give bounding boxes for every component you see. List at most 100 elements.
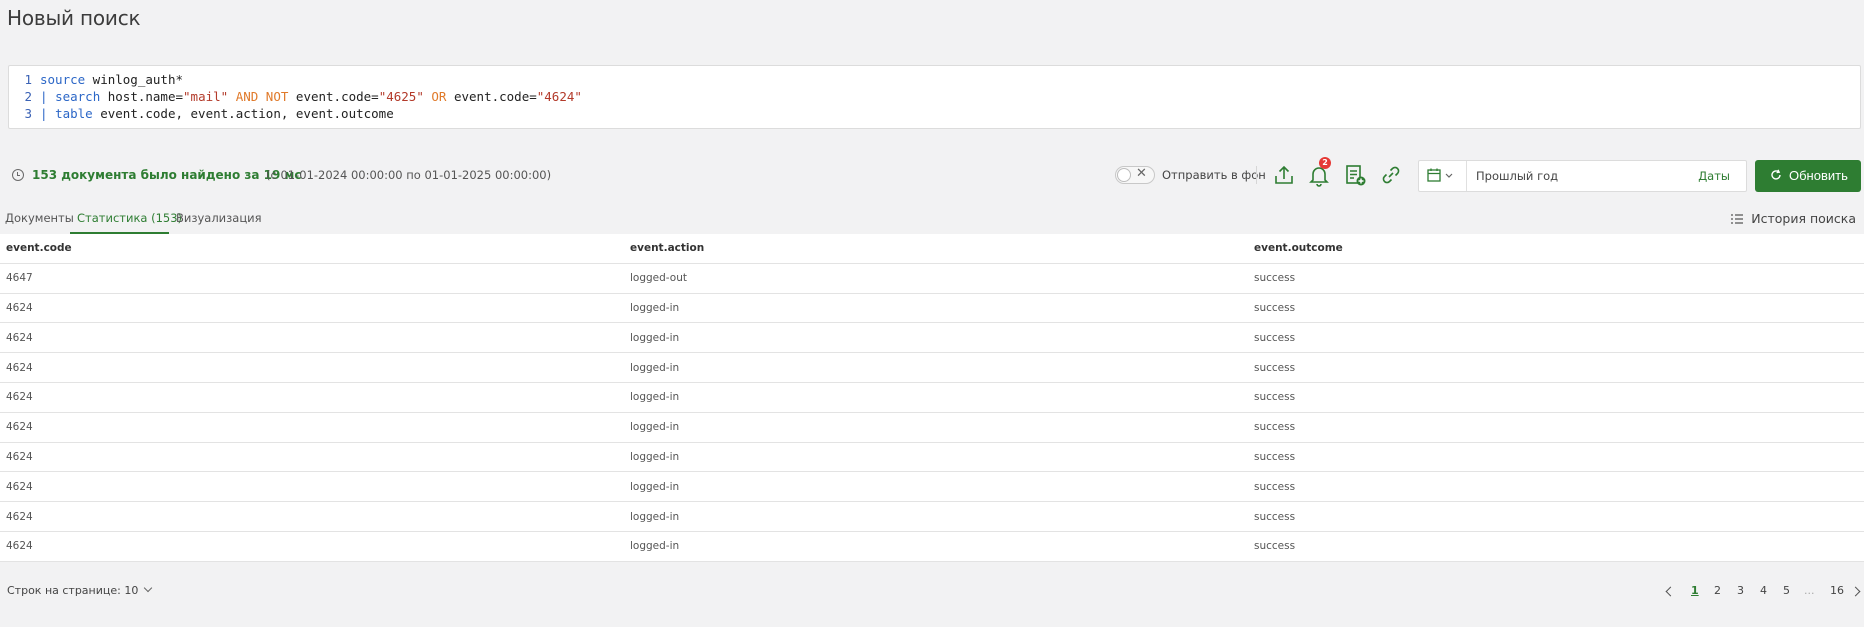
table-row: 4624 logged-in success — [0, 353, 1864, 383]
notification-badge: 2 — [1319, 157, 1331, 169]
cell-event-code: 4624 — [6, 361, 33, 374]
table-row: 4624 logged-in success — [0, 323, 1864, 354]
cell-event-action: logged-in — [630, 361, 680, 374]
export-icon[interactable] — [1271, 162, 1297, 188]
page-link-2[interactable]: 2 — [1714, 584, 1721, 597]
column-header-event-action[interactable]: event.action — [624, 242, 1248, 254]
date-range-value[interactable]: Прошлый год — [1476, 169, 1558, 183]
column-header-event-outcome[interactable]: event.outcome — [1248, 242, 1864, 254]
page-link-4[interactable]: 4 — [1760, 584, 1767, 597]
cell-event-outcome: success — [1254, 480, 1296, 493]
page-link-3[interactable]: 3 — [1737, 584, 1744, 597]
page-link-16[interactable]: 16 — [1830, 584, 1844, 597]
results-table: event.code event.action event.outcome 46… — [0, 234, 1864, 562]
query-text: event.code= — [288, 89, 379, 104]
tab-statistics[interactable]: Статистика (153) — [77, 211, 182, 225]
refresh-label: Обновить — [1789, 168, 1848, 183]
cell-event-code: 4624 — [6, 421, 33, 434]
link-icon[interactable] — [1378, 162, 1404, 188]
table-row: 4624 logged-in success — [0, 502, 1864, 532]
page-link-1[interactable]: 1 — [1691, 584, 1699, 597]
cell-event-outcome: success — [1254, 510, 1296, 523]
page-title: Новый поиск — [7, 6, 141, 30]
clock-icon — [12, 169, 24, 181]
refresh-button[interactable]: Обновить — [1755, 160, 1861, 192]
cell-event-code: 4624 — [6, 480, 33, 493]
refresh-icon — [1771, 169, 1781, 180]
query-string: "4625" — [378, 89, 424, 104]
cell-event-outcome: success — [1254, 540, 1296, 553]
background-toggle[interactable]: ✕ — [1115, 166, 1155, 184]
table-row: 4624 logged-in success — [0, 294, 1864, 324]
next-page-icon[interactable] — [1850, 586, 1861, 597]
results-count: 153 документа было найдено за 19 мс — [32, 168, 302, 182]
page-ellipsis: ... — [1804, 584, 1815, 597]
cell-event-code: 4624 — [6, 450, 33, 463]
column-header-event-code[interactable]: event.code — [0, 242, 624, 254]
query-string: "mail" — [183, 89, 229, 104]
line-number: 3 — [24, 106, 32, 121]
cell-event-code: 4624 — [6, 331, 33, 344]
toggle-knob — [1117, 168, 1131, 182]
query-editor[interactable]: 1 source winlog_auth* 2 | search host.na… — [8, 65, 1861, 129]
prev-page-icon[interactable] — [1665, 586, 1676, 597]
calendar-dropdown[interactable] — [1419, 161, 1467, 191]
cell-event-code: 4624 — [6, 540, 33, 553]
operator-or: OR — [423, 89, 447, 104]
page-link-5[interactable]: 5 — [1783, 584, 1790, 597]
table-row: 4624 logged-in success — [0, 413, 1864, 443]
cell-event-outcome: success — [1254, 301, 1296, 314]
table-row: 4647 logged-out success — [0, 264, 1864, 294]
pipe: | — [40, 89, 56, 104]
cell-event-outcome: success — [1254, 331, 1296, 344]
table-row: 4624 logged-in success — [0, 383, 1864, 413]
add-report-icon[interactable] — [1342, 162, 1368, 188]
query-text: winlog_auth* — [85, 72, 183, 87]
dates-mode-link[interactable]: Даты — [1698, 169, 1730, 183]
query-string: "4624" — [536, 89, 582, 104]
cell-event-code: 4624 — [6, 391, 33, 404]
cell-event-outcome: success — [1254, 361, 1296, 374]
query-text: host.name= — [100, 89, 184, 104]
cell-event-outcome: success — [1254, 421, 1296, 434]
code-line-2: 2 | search host.name= "mail" AND NOT even… — [9, 88, 1860, 105]
table-row: 4624 logged-in success — [0, 472, 1864, 503]
cell-event-outcome: success — [1254, 272, 1296, 285]
pipe: | — [40, 106, 56, 121]
divider — [1256, 166, 1257, 184]
date-range-picker[interactable]: Прошлый год Даты — [1418, 160, 1747, 192]
cell-event-action: logged-in — [630, 480, 680, 493]
pagination: 1 2 3 4 5 ... 16 — [1664, 584, 1864, 602]
table-header: event.code event.action event.outcome — [0, 234, 1864, 264]
cell-event-action: logged-in — [630, 510, 680, 523]
line-number: 1 — [24, 72, 32, 87]
time-range-text: (с 01-01-2024 00:00:00 по 01-01-2025 00:… — [266, 168, 552, 182]
cell-event-outcome: success — [1254, 450, 1296, 463]
list-icon — [1731, 214, 1744, 224]
table-row: 4624 logged-in success — [0, 443, 1864, 473]
search-history-label: История поиска — [1751, 211, 1856, 226]
cell-event-code: 4624 — [6, 301, 33, 314]
tab-documents[interactable]: Документы — [5, 211, 74, 225]
chevron-down-icon — [144, 583, 153, 593]
rows-per-page-label: Строк на странице: 10 — [7, 584, 139, 597]
rows-per-page-select[interactable]: Строк на странице: 10 — [7, 583, 153, 597]
cell-event-action: logged-in — [630, 301, 680, 314]
tab-visualization[interactable]: Визуализация — [176, 211, 262, 225]
cell-event-action: logged-in — [630, 331, 680, 344]
cell-event-action: logged-in — [630, 421, 680, 434]
code-line-3: 3 | table event.code, event.action, even… — [9, 105, 1860, 122]
query-text: event.code= — [446, 89, 537, 104]
close-icon: ✕ — [1136, 166, 1147, 181]
results-tabs: Документы Статистика (153) Визуализация … — [0, 208, 1864, 234]
keyword-table: table — [55, 106, 93, 121]
keyword-search: search — [55, 89, 101, 104]
code-line-1: 1 source winlog_auth* — [9, 71, 1860, 88]
cell-event-action: logged-in — [630, 450, 680, 463]
operator-and-not: AND NOT — [228, 89, 289, 104]
table-footer: Строк на странице: 10 1 2 3 4 5 ... 16 — [0, 580, 1864, 604]
table-row: 4624 logged-in success — [0, 532, 1864, 562]
cell-event-outcome: success — [1254, 391, 1296, 404]
search-history-button[interactable]: История поиска — [1731, 211, 1856, 226]
status-toolbar: 153 документа было найдено за 19 мс (с 0… — [0, 157, 1864, 192]
